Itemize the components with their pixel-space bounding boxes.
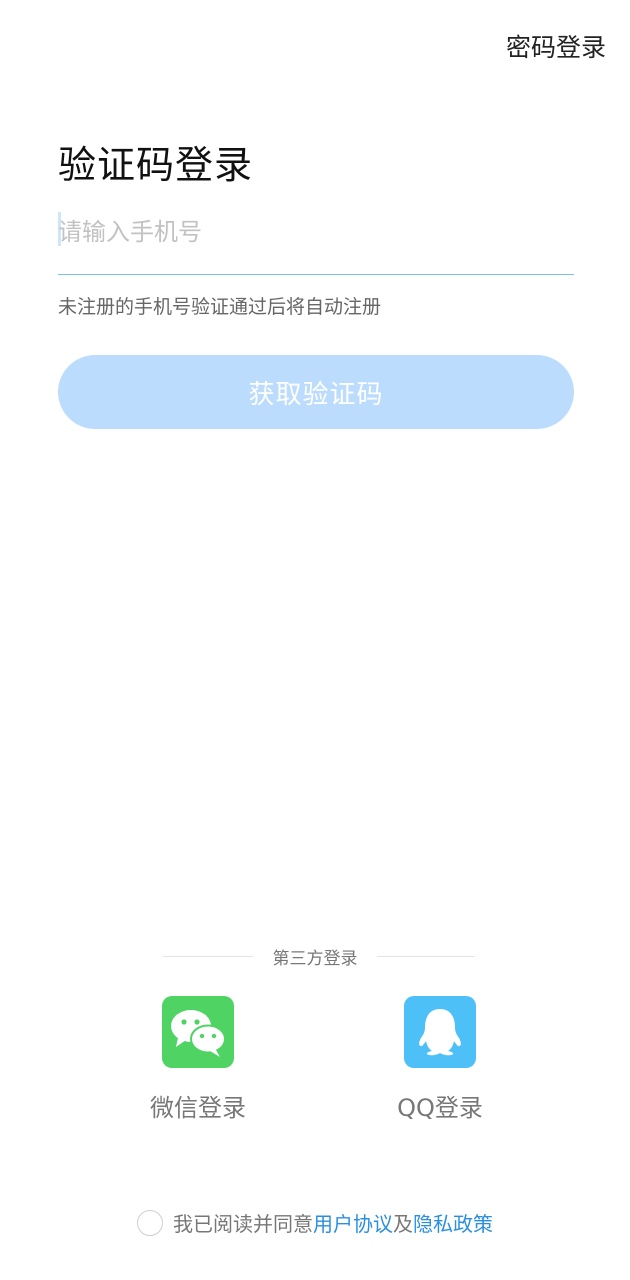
third-party-divider: 第三方登录: [0, 944, 630, 972]
agreement-prefix: 我已阅读并同意: [173, 1212, 313, 1236]
password-login-link[interactable]: 密码登录: [506, 28, 606, 64]
user-agreement-link[interactable]: 用户协议: [313, 1208, 393, 1237]
wechat-login-button[interactable]: 微信登录: [123, 996, 273, 1123]
get-code-button[interactable]: 获取验证码: [58, 355, 574, 429]
wechat-icon: [162, 996, 234, 1068]
agreement-checkbox[interactable]: [137, 1209, 163, 1236]
page-title: 验证码登录: [58, 143, 254, 187]
privacy-policy-link[interactable]: 隐私政策: [413, 1208, 493, 1237]
agreement-and: 及: [393, 1212, 413, 1236]
agreement-row: 我已阅读并同意 用户协议 及 隐私政策: [0, 1208, 630, 1237]
third-party-label: 第三方登录: [272, 949, 358, 969]
qq-login-label: QQ登录: [397, 1094, 483, 1122]
auto-register-hint: 未注册的手机号验证通过后将自动注册: [58, 296, 382, 318]
qq-login-button[interactable]: QQ登录: [365, 996, 515, 1123]
wechat-login-label: 微信登录: [150, 1094, 246, 1122]
phone-input[interactable]: [58, 210, 574, 254]
qq-penguin-icon: [404, 996, 476, 1068]
phone-field-container: [58, 200, 574, 275]
divider-line-right: [377, 956, 475, 957]
